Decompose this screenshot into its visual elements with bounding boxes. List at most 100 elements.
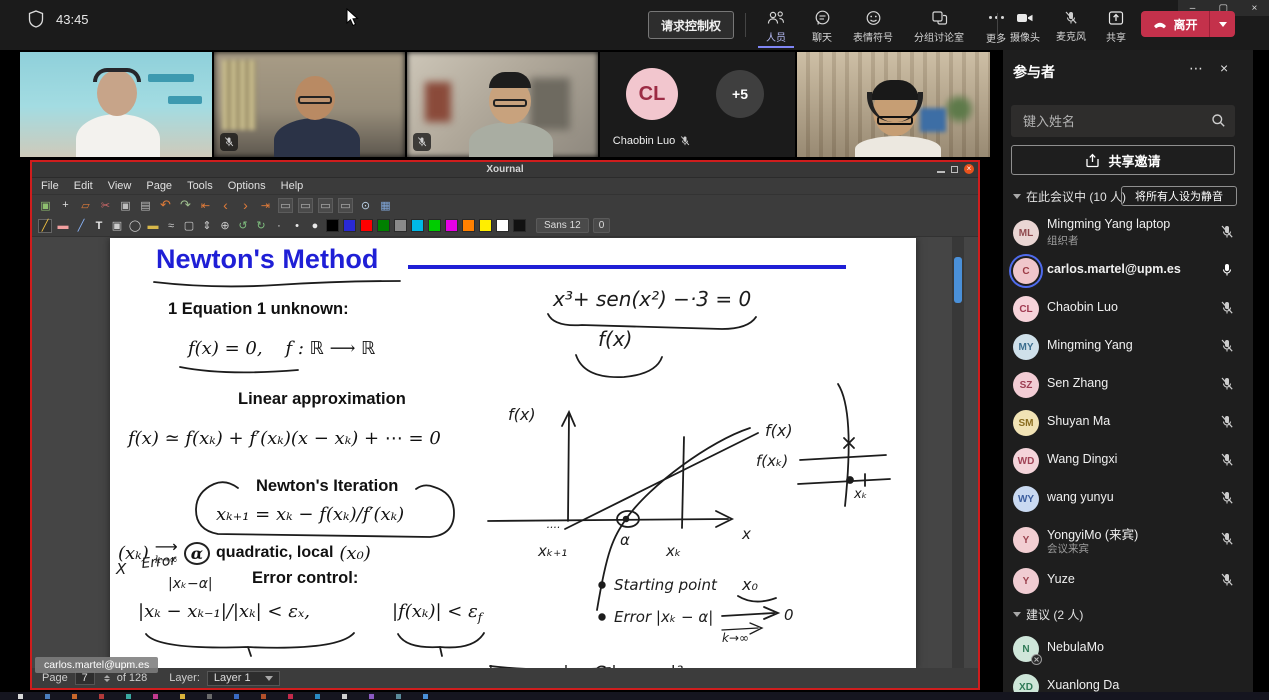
cut-icon[interactable]: ✂ xyxy=(98,198,113,213)
image-icon[interactable]: ▣ xyxy=(110,219,124,233)
video-tile-2[interactable] xyxy=(214,52,405,157)
vertical-space-icon[interactable]: ⇕ xyxy=(200,219,214,233)
menu-tools[interactable]: Tools xyxy=(187,180,213,192)
xournal-minimize-button[interactable] xyxy=(937,171,945,173)
first-page-icon[interactable]: ⇤ xyxy=(198,198,213,213)
highlighter-icon[interactable]: ╱ xyxy=(74,219,88,233)
scrollbar-thumb[interactable] xyxy=(954,257,962,303)
tab-emoji[interactable]: 表情符号 xyxy=(844,4,902,48)
color-swatch-lightgreen[interactable] xyxy=(428,219,441,232)
mute-all-button[interactable]: 将所有人设为静音 xyxy=(1121,186,1237,206)
participant-row[interactable]: WD Wang Dingxi xyxy=(1003,442,1253,480)
last-page-icon[interactable]: ⇥ xyxy=(258,198,273,213)
leave-button[interactable]: 离开 xyxy=(1141,11,1235,37)
new-icon[interactable]: + xyxy=(58,198,73,213)
hand-icon[interactable]: ⊕ xyxy=(218,219,232,233)
tab-chat[interactable]: 聊天 xyxy=(800,4,844,48)
color-swatch-green[interactable] xyxy=(377,219,390,232)
color-swatch-black2[interactable] xyxy=(513,219,526,232)
panel-more-button[interactable]: ⋯ xyxy=(1189,60,1204,77)
default-pen-icon[interactable]: ↺ xyxy=(236,219,250,233)
menu-file[interactable]: File xyxy=(41,180,59,192)
layer-select[interactable]: Layer 1 xyxy=(207,671,280,686)
xournal-canvas[interactable]: Newton's Method 1 Equation 1 unknown: f(… xyxy=(32,237,978,668)
participant-row[interactable]: ML Mingming Yang laptop 组织者 xyxy=(1003,214,1253,252)
mic-muted-icon[interactable] xyxy=(1219,300,1235,316)
mic-muted-icon[interactable] xyxy=(1219,452,1235,468)
new-page-end-icon[interactable]: ▭ xyxy=(318,198,333,213)
close-button[interactable]: × xyxy=(1251,3,1257,14)
color-swatch-yellow[interactable] xyxy=(479,219,492,232)
panel-close-button[interactable]: × xyxy=(1220,60,1228,76)
eraser-icon[interactable]: ▬ xyxy=(56,219,70,233)
font-size-field[interactable]: 0 xyxy=(593,218,611,233)
save-icon[interactable]: ▣ xyxy=(38,198,53,213)
default-tool-icon[interactable]: ↻ xyxy=(254,219,268,233)
fine-size-icon[interactable]: · xyxy=(272,219,286,233)
page-number-field[interactable]: 7 xyxy=(75,671,95,685)
mic-muted-icon[interactable] xyxy=(1219,531,1235,547)
mic-muted-icon[interactable] xyxy=(1219,224,1235,240)
mic-button[interactable]: 麦克风 xyxy=(1048,4,1094,48)
color-swatch-black[interactable] xyxy=(326,219,339,232)
suggested-row[interactable]: XD Xuanlong Da xyxy=(1003,668,1253,692)
video-tile-1[interactable] xyxy=(20,52,212,157)
redo-icon[interactable]: ↷ xyxy=(178,198,193,213)
rect-select-icon[interactable]: ▢ xyxy=(182,219,196,233)
section-in-meeting[interactable]: 在此会议中 (10 人) xyxy=(1013,188,1126,205)
delete-page-icon[interactable]: ▭ xyxy=(338,198,353,213)
video-tile-3[interactable] xyxy=(407,52,598,157)
color-swatch-cyan[interactable] xyxy=(411,219,424,232)
participant-row[interactable]: C carlos.martel@upm.es xyxy=(1003,252,1253,290)
prev-page-icon[interactable]: ‹ xyxy=(218,198,233,213)
copy-icon[interactable]: ▣ xyxy=(118,198,133,213)
color-swatch-orange[interactable] xyxy=(462,219,475,232)
participant-row[interactable]: MY Mingming Yang xyxy=(1003,328,1253,366)
mic-muted-icon[interactable] xyxy=(1219,490,1235,506)
suggested-row[interactable]: N NebulaMo xyxy=(1003,630,1253,668)
color-swatch-white[interactable] xyxy=(496,219,509,232)
share-button[interactable]: 共享 xyxy=(1094,4,1138,48)
menu-edit[interactable]: Edit xyxy=(74,180,93,192)
color-swatch-red[interactable] xyxy=(360,219,373,232)
font-button[interactable]: Sans 12 xyxy=(536,218,589,233)
video-tile-avatar-group[interactable]: CL Chaobin Luo +5 xyxy=(600,52,795,157)
video-tile-4[interactable] xyxy=(797,52,990,157)
text-icon[interactable]: T xyxy=(92,219,106,233)
participant-row[interactable]: Y Yuze xyxy=(1003,562,1253,600)
xournal-close-button[interactable]: × xyxy=(964,164,974,174)
participant-row[interactable]: WY wang yunyu xyxy=(1003,480,1253,518)
new-page-after-icon[interactable]: ▭ xyxy=(298,198,313,213)
fullscreen-icon[interactable]: ▦ xyxy=(378,198,393,213)
color-swatch-blue[interactable] xyxy=(343,219,356,232)
medium-size-icon[interactable]: • xyxy=(290,219,304,233)
new-page-before-icon[interactable]: ▭ xyxy=(278,198,293,213)
notebook-page[interactable]: Newton's Method 1 Equation 1 unknown: f(… xyxy=(110,238,916,668)
pen-icon[interactable]: ╱ xyxy=(38,219,52,233)
search-input[interactable] xyxy=(1021,105,1201,137)
windows-taskbar[interactable] xyxy=(0,692,1269,700)
menu-options[interactable]: Options xyxy=(228,180,266,192)
participant-row[interactable]: SM Shuyan Ma xyxy=(1003,404,1253,442)
mic-on-icon[interactable] xyxy=(1219,262,1235,278)
ruler-icon[interactable]: ▬ xyxy=(146,219,160,233)
camera-button[interactable]: 摄像头 xyxy=(1002,4,1048,48)
undo-icon[interactable]: ↶ xyxy=(158,198,173,213)
xournal-titlebar[interactable]: Xournal × xyxy=(32,162,978,178)
shape-recognizer-icon[interactable]: ◯ xyxy=(128,219,142,233)
xournal-maximize-button[interactable] xyxy=(951,166,958,173)
participant-row[interactable]: Y YongyiMo (来宾) 会议来宾 xyxy=(1003,518,1253,562)
participant-row[interactable]: SZ Sen Zhang xyxy=(1003,366,1253,404)
overflow-count-badge[interactable]: +5 xyxy=(716,70,764,118)
request-control-button[interactable]: 请求控制权 xyxy=(648,11,734,39)
tab-people[interactable]: 人员 xyxy=(752,4,800,48)
menu-help[interactable]: Help xyxy=(281,180,304,192)
mic-muted-icon[interactable] xyxy=(1219,338,1235,354)
mic-muted-icon[interactable] xyxy=(1219,414,1235,430)
menu-page[interactable]: Page xyxy=(146,180,172,192)
leave-options-button[interactable] xyxy=(1209,11,1235,37)
color-swatch-gray[interactable] xyxy=(394,219,407,232)
menu-view[interactable]: View xyxy=(108,180,132,192)
thick-size-icon[interactable]: ● xyxy=(308,219,322,233)
color-swatch-magenta[interactable] xyxy=(445,219,458,232)
